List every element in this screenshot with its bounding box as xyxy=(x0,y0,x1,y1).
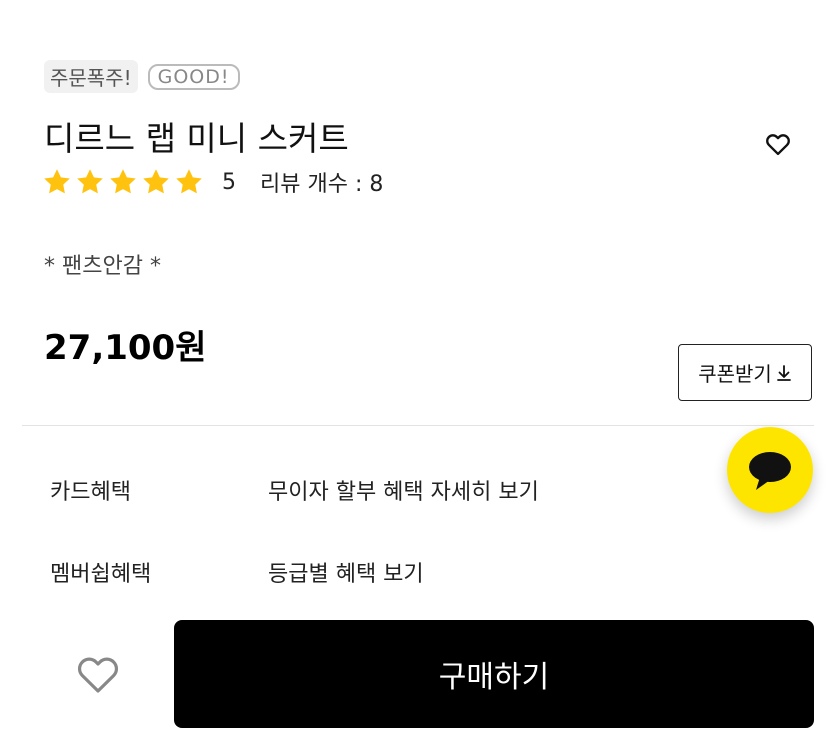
star-icon xyxy=(77,169,103,194)
coupon-download-button[interactable]: 쿠폰받기 xyxy=(678,344,812,401)
heart-icon xyxy=(766,134,790,156)
chat-bubble-icon xyxy=(749,452,791,490)
rating-stars xyxy=(42,167,204,197)
section-divider xyxy=(22,425,814,426)
buy-button[interactable]: 구매하기 xyxy=(174,620,814,728)
card-benefit-link[interactable]: 무이자 할부 혜택 자세히 보기 xyxy=(268,474,539,506)
rating-score: 5 xyxy=(222,169,236,195)
star-icon xyxy=(143,169,169,194)
bottom-wishlist-button[interactable] xyxy=(74,650,122,698)
buy-button-label: 구매하기 xyxy=(438,660,550,695)
kakao-chat-button[interactable] xyxy=(727,427,813,513)
review-count[interactable]: 리뷰 개수 : 8 xyxy=(260,166,383,198)
heart-icon xyxy=(77,657,119,693)
membership-benefit-link[interactable]: 등급별 혜택 보기 xyxy=(268,556,424,588)
wishlist-button[interactable] xyxy=(764,130,792,158)
product-description: * 팬츠안감 * xyxy=(44,254,161,279)
good-badge: GOOD! xyxy=(147,63,240,90)
product-badges: 주문폭주! GOOD! xyxy=(44,60,240,93)
rating-row: 5 리뷰 개수 : 8 xyxy=(42,166,383,198)
coupon-label: 쿠폰받기 xyxy=(698,362,772,386)
product-title: 디르느 랩 미니 스커트 xyxy=(44,119,349,158)
download-icon xyxy=(776,364,791,381)
card-benefit-label: 카드혜택 xyxy=(50,480,131,505)
star-icon xyxy=(44,169,70,194)
membership-benefit-label: 멤버쉽혜택 xyxy=(50,562,152,587)
product-price: 27,100원 xyxy=(44,328,207,368)
star-icon xyxy=(110,169,136,194)
hot-badge: 주문폭주! xyxy=(44,60,138,93)
star-icon xyxy=(176,169,202,194)
